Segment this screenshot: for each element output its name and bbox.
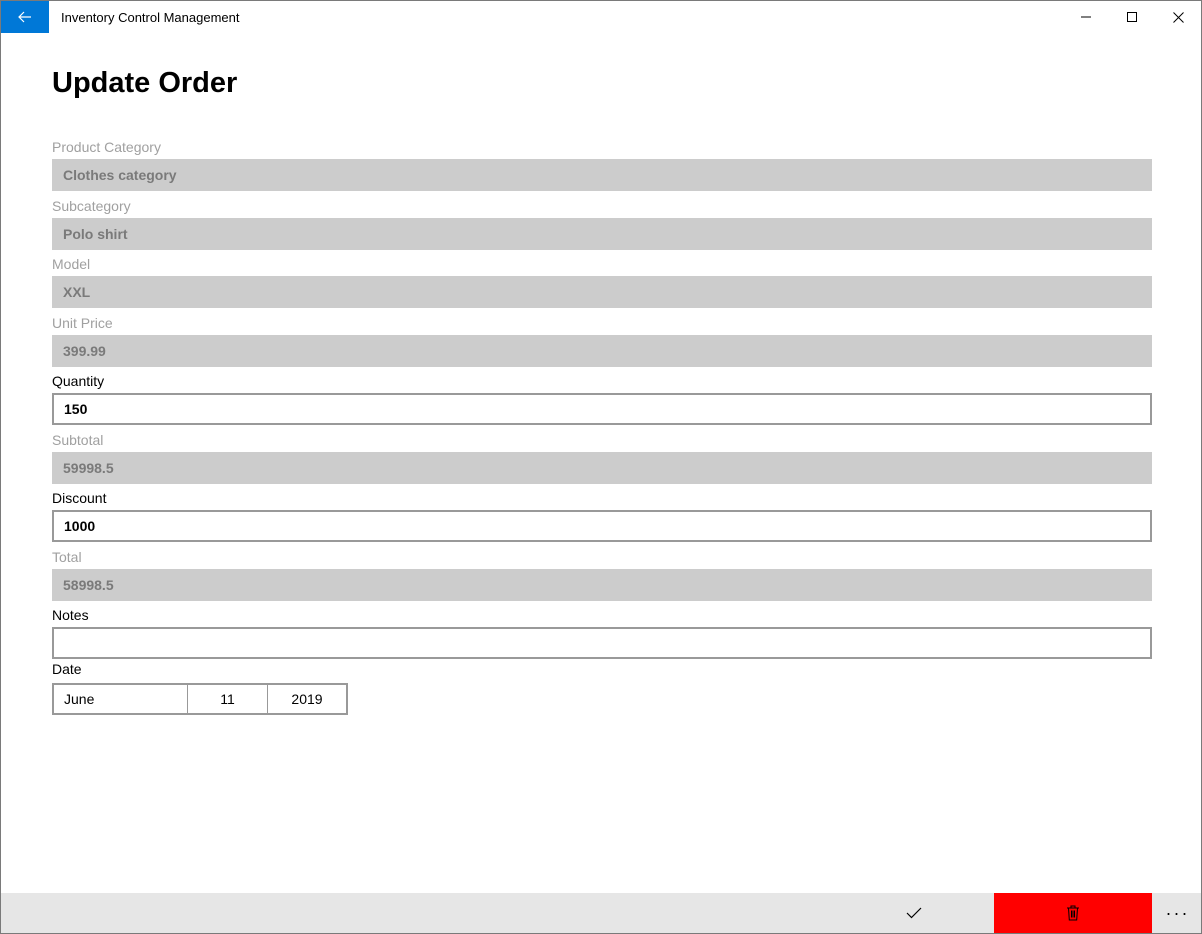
unit-price-group: Unit Price 399.99 — [52, 313, 1152, 372]
model-group: Model XXL — [52, 254, 1152, 313]
minimize-icon — [1081, 16, 1091, 18]
page-title: Update Order — [52, 67, 238, 99]
back-button[interactable] — [1, 1, 49, 33]
maximize-button[interactable] — [1109, 1, 1155, 33]
subtotal-label: Subtotal — [52, 431, 104, 448]
title-bar: Inventory Control Management — [1, 1, 1201, 33]
close-button[interactable] — [1155, 1, 1201, 33]
subtotal-group: Subtotal 59998.5 — [52, 430, 1152, 489]
checkmark-icon — [906, 907, 922, 919]
date-year[interactable]: 2019 — [268, 685, 346, 713]
product-category-label: Product Category — [52, 139, 161, 155]
product-category-group: Product Category Clothes category — [52, 137, 1152, 196]
date-month[interactable]: June — [54, 685, 188, 713]
minimize-button[interactable] — [1063, 1, 1109, 33]
total-field: 58998.5 — [52, 568, 1152, 601]
date-label: Date — [52, 661, 82, 677]
unit-price-label: Unit Price — [52, 314, 113, 331]
notes-group: Notes — [52, 605, 1152, 664]
subcategory-group: Subcategory Polo shirt — [52, 196, 1152, 255]
command-bar: ··· — [1, 893, 1201, 933]
quantity-input[interactable]: 150 — [52, 393, 1152, 425]
subcategory-label: Subcategory — [52, 197, 131, 214]
close-icon — [1172, 11, 1184, 23]
trash-icon — [1067, 905, 1079, 921]
quantity-group: Quantity 150 — [52, 371, 1152, 430]
date-picker[interactable]: June 11 2019 — [52, 683, 348, 715]
quantity-label: Quantity — [52, 373, 105, 389]
date-day[interactable]: 11 — [188, 685, 268, 713]
more-button[interactable]: ··· — [1154, 893, 1201, 933]
window-controls — [1063, 1, 1201, 33]
discount-input[interactable]: 1000 — [52, 510, 1152, 542]
app-window: Inventory Control Management Update Orde… — [0, 0, 1202, 934]
delete-button[interactable] — [994, 893, 1152, 933]
app-title: Inventory Control Management — [61, 10, 240, 25]
notes-input[interactable] — [52, 627, 1152, 659]
model-label: Model — [52, 256, 91, 272]
discount-group: Discount 1000 — [52, 488, 1152, 547]
subtotal-field: 59998.5 — [52, 451, 1152, 484]
model-field: XXL — [52, 276, 1152, 308]
total-group: Total 58998.5 — [52, 547, 1152, 606]
notes-label: Notes — [52, 607, 89, 623]
subcategory-field: Polo shirt — [52, 217, 1152, 250]
unit-price-field: 399.99 — [52, 334, 1152, 367]
maximize-icon — [1127, 12, 1137, 22]
accept-button[interactable] — [835, 893, 993, 933]
back-arrow-icon — [18, 11, 31, 23]
discount-label: Discount — [52, 490, 107, 506]
product-category-field: Clothes category — [52, 159, 1152, 191]
order-form: Product Category Clothes category Subcat… — [52, 137, 1152, 664]
total-label: Total — [52, 548, 82, 565]
